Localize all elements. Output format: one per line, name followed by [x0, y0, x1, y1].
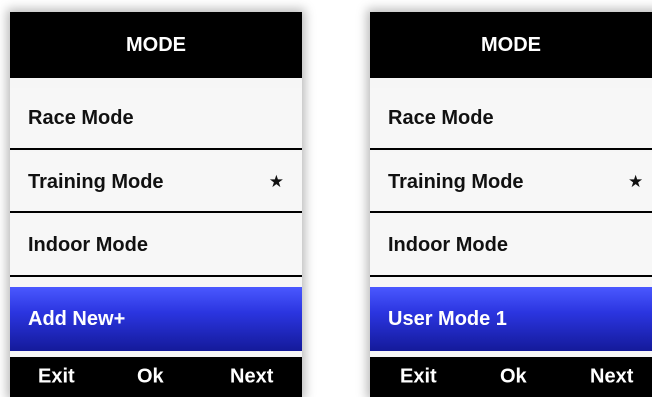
- menu-item-add-new-selected[interactable]: Add New +: [10, 287, 302, 351]
- star-icon: ★: [628, 172, 644, 191]
- menu-item-race-mode[interactable]: Race Mode: [10, 88, 302, 148]
- softkey-bar: Exit Ok Next: [10, 357, 302, 397]
- menu-item-label: User Mode 1: [388, 307, 507, 330]
- menu-item-label: Training Mode: [28, 170, 164, 193]
- menu-item-label: Add New: [28, 307, 114, 330]
- menu-item-indoor-mode[interactable]: Indoor Mode: [10, 215, 302, 275]
- divider: [10, 275, 302, 277]
- device-screens: MODE Race Mode Training Mode ★ Indoor Mo…: [0, 0, 652, 397]
- next-button[interactable]: Next: [230, 366, 273, 389]
- header-title: MODE: [10, 12, 302, 78]
- mode-menu-screen-right: MODE Race Mode Training Mode ★ Indoor Mo…: [370, 12, 652, 397]
- mode-menu-screen-left: MODE Race Mode Training Mode ★ Indoor Mo…: [10, 12, 302, 397]
- menu-item-label: Race Mode: [28, 106, 134, 129]
- star-icon: ★: [268, 172, 284, 191]
- softkey-bar: Exit Ok Next: [370, 357, 652, 397]
- header-title: MODE: [370, 12, 652, 78]
- divider: [10, 211, 302, 213]
- menu-item-user-mode-1-selected[interactable]: User Mode 1: [370, 287, 652, 351]
- menu-item-label: Indoor Mode: [28, 233, 148, 256]
- next-button[interactable]: Next: [590, 366, 633, 389]
- divider: [10, 148, 302, 150]
- menu-item-training-mode[interactable]: Training Mode ★: [10, 152, 302, 212]
- divider: [370, 211, 652, 213]
- menu-item-label: Training Mode: [388, 170, 524, 193]
- plus-icon: +: [113, 307, 126, 330]
- ok-button[interactable]: Ok: [500, 366, 527, 389]
- ok-button[interactable]: Ok: [137, 366, 164, 389]
- menu-item-label: Indoor Mode: [388, 233, 508, 256]
- menu-item-race-mode[interactable]: Race Mode: [370, 88, 652, 148]
- menu-item-indoor-mode[interactable]: Indoor Mode: [370, 215, 652, 275]
- divider: [370, 275, 652, 277]
- divider: [370, 148, 652, 150]
- menu-item-label: Race Mode: [388, 106, 494, 129]
- exit-button[interactable]: Exit: [38, 366, 75, 389]
- menu-item-training-mode[interactable]: Training Mode ★: [370, 152, 652, 212]
- exit-button[interactable]: Exit: [400, 366, 437, 389]
